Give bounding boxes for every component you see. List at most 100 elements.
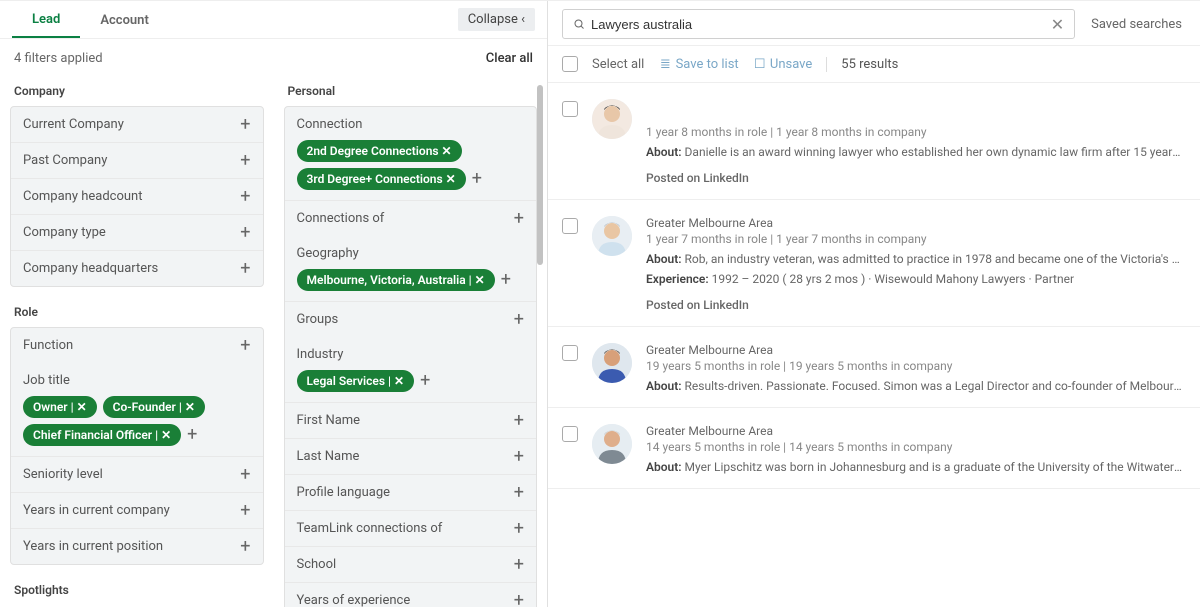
section-personal: Personal [284,76,538,106]
clear-search-icon[interactable]: ✕ [1051,15,1064,34]
result-experience: Experience: 1992 – 2020 ( 28 yrs 2 mos )… [646,272,1186,286]
filter-connection-label: Connection [285,107,537,134]
filter-yoe[interactable]: Years of experience+ [285,582,537,607]
plus-icon[interactable]: + [240,118,250,132]
filters-applied-label: 4 filters applied [14,51,103,66]
plus-icon[interactable]: + [472,173,482,185]
filter-company-type[interactable]: Company type+ [11,214,263,250]
result-checkbox[interactable] [562,345,578,361]
result-row[interactable]: 1 year 8 months in role | 1 year 8 month… [548,83,1200,200]
plus-icon[interactable]: + [240,540,250,554]
search-icon [573,17,585,32]
plus-icon[interactable]: + [514,450,524,464]
tab-account[interactable]: Account [80,3,168,37]
filter-current-company[interactable]: Current Company+ [11,107,263,142]
bookmark-icon: ☐ [753,57,767,72]
plus-icon[interactable]: + [514,486,524,500]
avatar[interactable] [592,99,632,139]
filter-label: Years in current company [23,503,240,518]
filter-label: Past Company [23,153,240,168]
result-about: About: Myer Lipschitz was born in Johann… [646,460,1186,474]
select-all-label: Select all [592,57,644,72]
posted-link[interactable]: Posted on LinkedIn [646,298,1186,312]
pill-jobtitle[interactable]: Chief Financial Officer | ✕ [23,424,181,446]
filter-label: Connections of [297,211,514,226]
result-row[interactable]: Greater Melbourne Area 19 years 5 months… [548,327,1200,408]
posted-link[interactable]: Posted on LinkedIn [646,171,1186,185]
plus-icon[interactable]: + [514,414,524,428]
search-box[interactable]: ✕ [562,9,1075,39]
search-input[interactable] [585,13,1051,36]
result-about: About: Rob, an industry veteran, was adm… [646,252,1186,266]
filter-label: Profile language [297,485,514,500]
filter-school[interactable]: School+ [285,546,537,582]
plus-icon[interactable]: + [240,190,250,204]
filter-headcount[interactable]: Company headcount+ [11,178,263,214]
result-count: 55 results [826,57,898,72]
filter-seniority[interactable]: Seniority level+ [11,456,263,492]
avatar[interactable] [592,424,632,464]
plus-icon[interactable]: + [514,313,524,327]
result-checkbox[interactable] [562,218,578,234]
result-tenure: 1 year 7 months in role | 1 year 7 month… [646,232,1186,246]
result-checkbox[interactable] [562,426,578,442]
plus-icon[interactable]: + [240,504,250,518]
save-to-list-button[interactable]: ≣ Save to list [658,57,738,72]
scrollbar[interactable] [537,85,545,601]
filter-function[interactable]: Function+ [11,328,263,363]
plus-icon[interactable]: + [240,339,250,353]
tab-lead[interactable]: Lead [12,2,80,38]
filter-connections-of[interactable]: Connections of+ [285,200,537,236]
saved-searches-link[interactable]: Saved searches [1091,17,1182,32]
result-row[interactable]: Greater Melbourne Area 1 year 7 months i… [548,200,1200,327]
plus-icon[interactable]: + [240,262,250,276]
pill-connection[interactable]: 3rd Degree+ Connections ✕ [297,168,466,190]
filter-profile-language[interactable]: Profile language+ [285,474,537,510]
plus-icon[interactable]: + [187,429,197,441]
select-all-checkbox[interactable] [562,56,578,72]
pill-geography[interactable]: Melbourne, Victoria, Australia | ✕ [297,269,495,291]
collapse-button[interactable]: Collapse ‹ [458,8,535,31]
filter-first-name[interactable]: First Name+ [285,402,537,438]
plus-icon[interactable]: + [514,558,524,572]
result-location: Greater Melbourne Area [646,216,1186,230]
filter-years-company[interactable]: Years in current company+ [11,492,263,528]
filter-company-hq[interactable]: Company headquarters+ [11,250,263,286]
filter-label: Company type [23,225,240,240]
plus-icon[interactable]: + [514,522,524,536]
pill-jobtitle[interactable]: Owner | ✕ [23,396,97,418]
filter-label: Current Company [23,117,240,132]
plus-icon[interactable]: + [240,226,250,240]
filter-groups[interactable]: Groups+ [285,301,537,337]
avatar[interactable] [592,343,632,383]
result-checkbox[interactable] [562,101,578,117]
pill-connection[interactable]: 2nd Degree Connections ✕ [297,140,462,162]
filter-label: Function [23,338,240,353]
unsave-button[interactable]: ☐ Unsave [753,57,813,72]
filter-past-company[interactable]: Past Company+ [11,142,263,178]
plus-icon[interactable]: + [501,274,511,286]
list-icon: ≣ [658,57,672,72]
result-row[interactable]: Greater Melbourne Area 14 years 5 months… [548,408,1200,489]
plus-icon[interactable]: + [240,468,250,482]
filter-job-title-label: Job title [11,363,263,390]
filter-teamlink[interactable]: TeamLink connections of+ [285,510,537,546]
filter-years-position[interactable]: Years in current position+ [11,528,263,564]
pill-jobtitle[interactable]: Co-Founder | ✕ [103,396,205,418]
filter-last-name[interactable]: Last Name+ [285,438,537,474]
avatar[interactable] [592,216,632,256]
result-location: Greater Melbourne Area [646,424,1186,438]
result-about: About: Results-driven. Passionate. Focus… [646,379,1186,393]
clear-all-button[interactable]: Clear all [486,51,533,66]
plus-icon[interactable]: + [514,212,524,226]
plus-icon[interactable]: + [420,375,430,387]
pill-industry[interactable]: Legal Services | ✕ [297,370,415,392]
filter-label: TeamLink connections of [297,521,514,536]
filter-label: School [297,557,514,572]
filter-label: Years of experience [297,593,514,607]
result-location: Greater Melbourne Area [646,343,1186,357]
save-to-list-label: Save to list [676,57,739,72]
result-tenure: 19 years 5 months in role | 19 years 5 m… [646,359,1186,373]
plus-icon[interactable]: + [514,594,524,607]
plus-icon[interactable]: + [240,154,250,168]
